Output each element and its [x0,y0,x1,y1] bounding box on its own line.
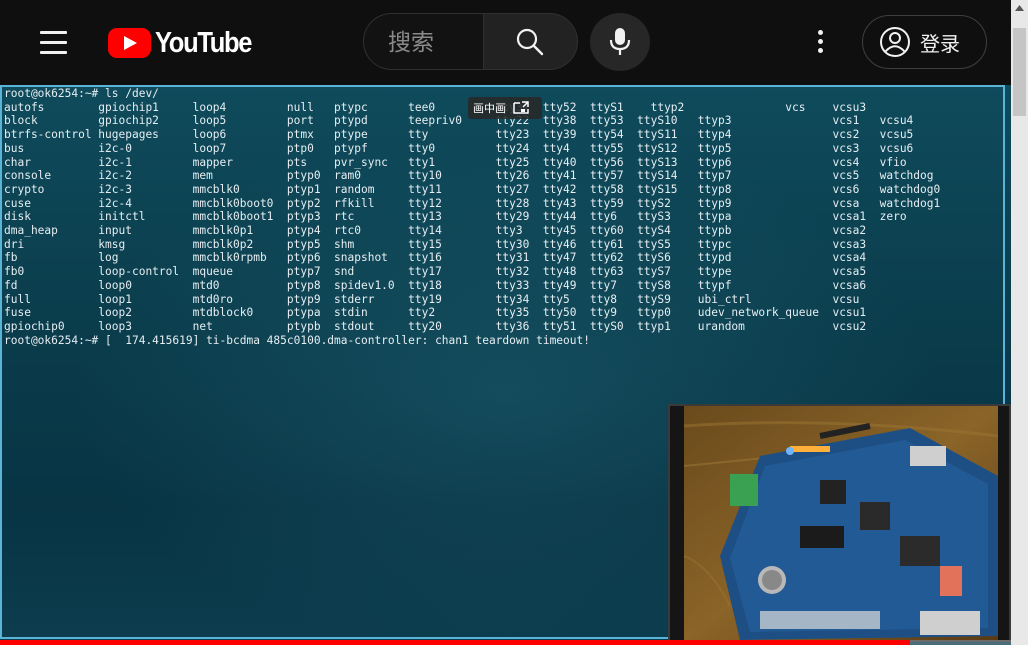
terminal-line: console i2c-2 mem ptyp0 ram0 tty10 tty26… [4,169,934,183]
more-vert-icon-dot [818,30,823,35]
search-box [363,13,483,70]
sign-in-button[interactable]: 登录 [862,15,987,69]
microphone-icon [609,28,631,55]
youtube-play-icon [108,28,151,58]
voice-search-button[interactable] [590,13,650,71]
logo-text: YouTube [155,26,252,59]
video-progress-fill [0,640,910,645]
picture-in-picture-window[interactable] [668,404,1011,642]
terminal-line: root@ok6254:~# [ 174.415619] ti-bcdma 48… [4,333,590,347]
scrollbar-thumb[interactable] [1013,28,1026,116]
more-options-button[interactable] [802,22,838,62]
picture-in-picture-badge[interactable]: 画中画 [468,97,542,119]
terminal-line: char i2c-1 mapper pts pvr_sync tty1 tty2… [4,155,907,169]
masthead: YouTube 登录 [0,0,1011,85]
video-player[interactable]: root@ok6254:~# ls /dev/autofs gpiochip1 … [0,85,1011,645]
terminal-line: btrfs-control hugepages loop6 ptmx ptype… [4,128,914,142]
circuit-board-image [670,406,1009,640]
pip-badge-label: 画中画 [473,102,506,115]
hamburger-icon-bar [40,41,67,44]
terminal-line: crypto i2c-3 mmcblk0 ptyp1 random tty11 … [4,182,941,196]
terminal-output: root@ok6254:~# ls /dev/autofs gpiochip1 … [4,87,940,347]
terminal-line: fd loop0 mtd0 ptyp8 spidev1.0 tty18 tty3… [4,278,867,292]
pip-icon [513,101,529,114]
terminal-line: disk initctl mmcblk0boot1 ptyp3 rtc tty1… [4,210,907,224]
account-icon [880,27,910,57]
guide-menu-button[interactable] [30,22,78,62]
terminal-line: full loop1 mtd0ro ptyp9 stderr tty19 tty… [4,292,860,306]
sign-in-label: 登录 [920,31,960,56]
page-scrollbar[interactable] [1011,0,1028,645]
terminal-line: fb log mmcblk0rpmb ptyp6 snapshot tty16 … [4,251,867,265]
search-icon [516,28,544,56]
terminal-line: dri kmsg mmcblk0p2 ptyp5 shm tty15 tty30… [4,237,867,251]
terminal-line: fb0 loop-control mqueue ptyp7 snd tty17 … [4,265,867,279]
terminal-line: fuse loop2 mtdblock0 ptypa stdin tty2 tt… [4,306,867,320]
terminal-line: gpiochip0 loop3 net ptypb stdout tty20 t… [4,319,867,333]
terminal-line: cuse i2c-4 mmcblk0boot0 ptyp2 rfkill tty… [4,196,941,210]
hamburger-icon-bar [40,51,67,54]
more-vert-icon-dot [818,39,823,44]
search-button[interactable] [483,13,578,70]
hamburger-icon-bar [40,31,67,34]
video-progress-bar[interactable] [0,640,1011,645]
scroll-up-arrow-icon[interactable] [1011,0,1028,17]
more-vert-icon-dot [818,48,823,53]
search-input[interactable] [386,26,480,60]
terminal-line: dma_heap input mmcblk0p1 ptyp4 rtc0 tty1… [4,224,867,238]
terminal-line: bus i2c-0 loop7 ptp0 ptypf tty0 tty24 tt… [4,141,914,155]
youtube-logo[interactable]: YouTube [108,27,264,59]
